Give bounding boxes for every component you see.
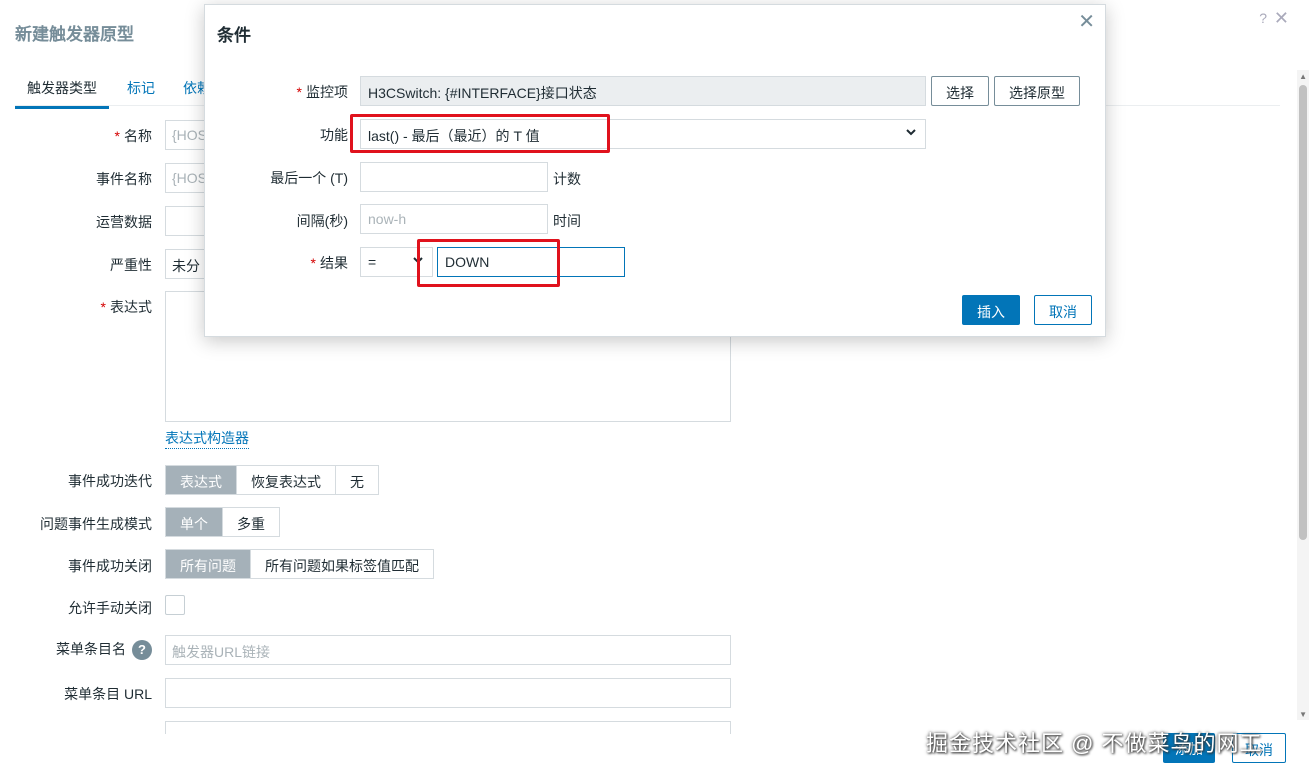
menu-name-input[interactable]: 触发器URL链接 [165,635,731,665]
result-label: * 结果 [310,255,348,271]
ok-event-gen-segment: 表达式 恢复表达式 无 [165,465,379,495]
select-button[interactable]: 选择 [931,76,989,106]
scrollbar-thumb[interactable] [1299,85,1307,540]
problem-mode-segment: 单个 多重 [165,507,280,537]
help-icon[interactable]: ? [132,640,152,661]
function-label: 功能 [320,127,348,143]
dialog-title: 条件 [217,26,251,45]
menu-url-label: 菜单条目 URL [64,686,152,702]
interval-label: 间隔(秒) [296,213,348,229]
next-field[interactable] [165,721,731,734]
ok-event-gen-recovery[interactable]: 恢复表达式 [237,466,336,494]
item-label: * 监控项 [296,84,348,100]
page-title: 新建触发器原型 [15,25,134,44]
ok-event-gen-none[interactable]: 无 [336,466,378,494]
problem-mode-label: 问题事件生成模式 [40,516,152,532]
chevron-down-icon [905,126,917,141]
expression-builder-link[interactable]: 表达式构造器 [165,428,249,449]
last-label: 最后一个 (T) [270,170,348,186]
menu-name-label: 菜单条目名? [0,639,152,661]
insert-button[interactable]: 插入 [962,295,1020,325]
tab-trigger[interactable]: 触发器类型 [15,78,109,109]
manual-close-checkbox[interactable] [165,595,185,615]
highlight-box [417,239,560,287]
problem-mode-multiple[interactable]: 多重 [223,508,279,536]
select-prototype-button[interactable]: 选择原型 [994,76,1080,106]
last-input[interactable] [360,162,548,192]
name-label: * 名称 [114,128,152,144]
scroll-down-icon[interactable]: ▼ [1299,710,1307,719]
ok-event-gen-expression[interactable]: 表达式 [166,466,237,494]
close-icon[interactable]: ✕ [1078,9,1095,34]
ok-close-segment: 所有问题 所有问题如果标签值匹配 [165,549,434,579]
ok-event-gen-label: 事件成功迭代 [68,473,152,489]
ok-close-label: 事件成功关闭 [68,558,152,574]
ok-close-tag-match[interactable]: 所有问题如果标签值匹配 [251,550,433,578]
ok-close-all[interactable]: 所有问题 [166,550,251,578]
last-suffix: 计数 [553,171,581,187]
manual-close-label: 允许手动关闭 [68,600,152,616]
cancel-button[interactable]: 取消 [1034,295,1092,325]
event-name-label: 事件名称 [96,171,152,187]
close-icon[interactable]: ✕ [1274,8,1289,29]
problem-mode-single[interactable]: 单个 [166,508,223,536]
interval-suffix: 时间 [553,213,581,229]
watermark: 掘金技术社区 @ 不做菜鸟的网工 [926,731,1263,756]
highlight-box [350,114,610,153]
interval-input[interactable]: now-h [360,204,548,234]
menu-url-input[interactable] [165,678,731,708]
opdata-label: 运营数据 [96,214,152,230]
expression-label: * 表达式 [100,299,152,315]
scroll-up-icon[interactable]: ▲ [1299,72,1307,81]
help-icon[interactable]: ? [1259,10,1267,26]
severity-label: 严重性 [110,257,152,273]
tab-tags[interactable]: 标记 [127,78,155,98]
condition-dialog: 条件 ✕ * 监控项 H3CSwitch: {#INTERFACE}接口状态 选择… [204,4,1106,337]
item-input[interactable]: H3CSwitch: {#INTERFACE}接口状态 [360,76,926,106]
result-operator-value: = [368,254,377,270]
